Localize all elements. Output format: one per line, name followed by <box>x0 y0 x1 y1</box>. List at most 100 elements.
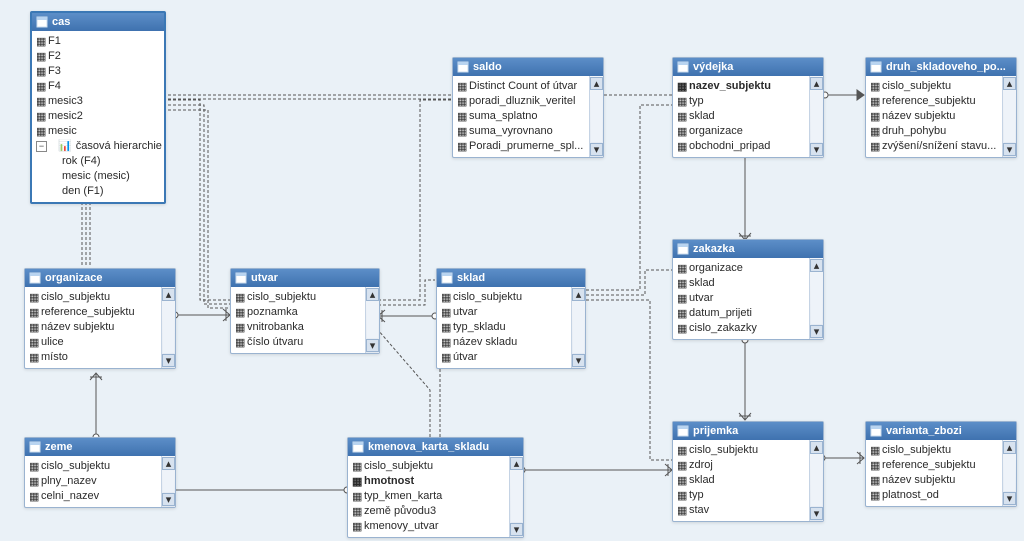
table-header[interactable]: organizace <box>25 269 175 287</box>
scrollbar[interactable]: ▴▾ <box>509 456 523 537</box>
scroll-up-icon[interactable]: ▴ <box>590 77 603 90</box>
field[interactable]: ▦zvýšení/snížení stavu... <box>868 138 1002 153</box>
field[interactable]: ▦útvar <box>439 349 571 364</box>
table-prijemka[interactable]: prijemka ▦cislo_subjektu ▦zdroj ▦sklad ▦… <box>672 421 824 522</box>
scrollbar[interactable]: ▴▾ <box>809 76 823 157</box>
hierarchy-level[interactable]: mesic (mesic) <box>34 168 164 183</box>
table-header[interactable]: prijemka <box>673 422 823 440</box>
field[interactable]: ▦obchodni_pripad <box>675 138 809 153</box>
field[interactable]: ▦sklad <box>675 472 809 487</box>
field[interactable]: ▦mesic3 <box>34 93 164 108</box>
table-druh-sklad[interactable]: druh_skladoveho_po... ▦cislo_subjektu ▦r… <box>865 57 1017 158</box>
field[interactable]: ▦název subjektu <box>868 472 1002 487</box>
field[interactable]: ▦datum_prijeti <box>675 305 809 320</box>
field[interactable]: ▦místo <box>27 349 161 364</box>
table-header[interactable]: zakazka <box>673 240 823 258</box>
table-header[interactable]: saldo <box>453 58 603 76</box>
table-saldo[interactable]: saldo ▦Distinct Count of útvar ▦poradi_d… <box>452 57 604 158</box>
table-header[interactable]: utvar <box>231 269 379 287</box>
field[interactable]: ▦Poradi_prumerne_spl... <box>455 138 589 153</box>
scroll-up-icon[interactable]: ▴ <box>366 288 379 301</box>
scroll-down-icon[interactable]: ▾ <box>510 523 523 536</box>
hierarchy-level[interactable]: rok (F4) <box>34 153 164 168</box>
table-zakazka[interactable]: zakazka ▦organizace ▦sklad ▦utvar ▦datum… <box>672 239 824 340</box>
field[interactable]: ▦suma_splatno <box>455 108 589 123</box>
field[interactable]: ▦poznamka <box>233 304 365 319</box>
field[interactable]: ▦cislo_subjektu <box>27 289 161 304</box>
field[interactable]: ▦cislo_subjektu <box>233 289 365 304</box>
scroll-down-icon[interactable]: ▾ <box>162 354 175 367</box>
table-header[interactable]: druh_skladoveho_po... <box>866 58 1016 76</box>
scroll-down-icon[interactable]: ▾ <box>810 325 823 338</box>
scrollbar[interactable]: ▴▾ <box>365 287 379 353</box>
field[interactable]: ▦F1 <box>34 33 164 48</box>
scroll-down-icon[interactable]: ▾ <box>366 339 379 352</box>
field[interactable]: ▦kmenovy_utvar <box>350 518 509 533</box>
scroll-down-icon[interactable]: ▾ <box>162 493 175 506</box>
field[interactable]: ▦název subjektu <box>868 108 1002 123</box>
table-header[interactable]: cas <box>32 13 164 31</box>
field[interactable]: ▦reference_subjektu <box>868 93 1002 108</box>
table-organizace[interactable]: organizace ▦cislo_subjektu ▦reference_su… <box>24 268 176 369</box>
field[interactable]: ▦reference_subjektu <box>27 304 161 319</box>
field[interactable]: ▦vnitrobanka <box>233 319 365 334</box>
scroll-up-icon[interactable]: ▴ <box>162 288 175 301</box>
table-zeme[interactable]: zeme ▦cislo_subjektu ▦plny_nazev ▦celni_… <box>24 437 176 508</box>
field[interactable]: ▦typ_skladu <box>439 319 571 334</box>
field[interactable]: ▦ulice <box>27 334 161 349</box>
scrollbar[interactable]: ▴▾ <box>161 456 175 507</box>
table-kmenova[interactable]: kmenova_karta_skladu ▦cislo_subjektu ▦hm… <box>347 437 524 538</box>
field[interactable]: ▦stav <box>675 502 809 517</box>
table-varianta[interactable]: varianta_zbozi ▦cislo_subjektu ▦referenc… <box>865 421 1017 507</box>
field[interactable]: ▦reference_subjektu <box>868 457 1002 472</box>
scroll-up-icon[interactable]: ▴ <box>810 259 823 272</box>
field[interactable]: ▦nazev_subjektu <box>675 78 809 93</box>
field[interactable]: ▦F4 <box>34 78 164 93</box>
field[interactable]: ▦utvar <box>675 290 809 305</box>
field[interactable]: ▦typ <box>675 487 809 502</box>
field[interactable]: ▦organizace <box>675 260 809 275</box>
field[interactable]: ▦zdroj <box>675 457 809 472</box>
field[interactable]: ▦cislo_zakazky <box>675 320 809 335</box>
scroll-up-icon[interactable]: ▴ <box>1003 77 1016 90</box>
field[interactable]: ▦sklad <box>675 275 809 290</box>
scroll-down-icon[interactable]: ▾ <box>590 143 603 156</box>
field[interactable]: ▦celni_nazev <box>27 488 161 503</box>
scrollbar[interactable]: ▴▾ <box>161 287 175 368</box>
scroll-down-icon[interactable]: ▾ <box>1003 492 1016 505</box>
table-header[interactable]: výdejka <box>673 58 823 76</box>
field[interactable]: ▦číslo útvaru <box>233 334 365 349</box>
field[interactable]: ▦název skladu <box>439 334 571 349</box>
field[interactable]: ▦typ_kmen_karta <box>350 488 509 503</box>
field[interactable]: ▦název subjektu <box>27 319 161 334</box>
field[interactable]: ▦cislo_subjektu <box>439 289 571 304</box>
scrollbar[interactable]: ▴▾ <box>809 440 823 521</box>
scrollbar[interactable]: ▴▾ <box>571 287 585 368</box>
scroll-up-icon[interactable]: ▴ <box>810 441 823 454</box>
field[interactable]: ▦mesic2 <box>34 108 164 123</box>
field[interactable]: ▦F3 <box>34 63 164 78</box>
table-cas[interactable]: cas ▦F1 ▦F2 ▦F3 ▦F4 ▦mesic3 ▦mesic2 ▦mes… <box>30 11 166 204</box>
scrollbar[interactable]: ▴▾ <box>1002 76 1016 157</box>
field[interactable]: ▦cislo_subjektu <box>868 442 1002 457</box>
scrollbar[interactable]: ▴▾ <box>809 258 823 339</box>
field[interactable]: ▦země původu3 <box>350 503 509 518</box>
field[interactable]: ▦cislo_subjektu <box>868 78 1002 93</box>
scroll-down-icon[interactable]: ▾ <box>810 143 823 156</box>
scroll-up-icon[interactable]: ▴ <box>1003 441 1016 454</box>
scroll-up-icon[interactable]: ▴ <box>162 457 175 470</box>
field[interactable]: ▦platnost_od <box>868 487 1002 502</box>
field[interactable]: ▦sklad <box>675 108 809 123</box>
field[interactable]: ▦suma_vyrovnano <box>455 123 589 138</box>
table-header[interactable]: zeme <box>25 438 175 456</box>
field[interactable]: ▦poradi_dluznik_veritel <box>455 93 589 108</box>
table-sklad[interactable]: sklad ▦cislo_subjektu ▦utvar ▦typ_skladu… <box>436 268 586 369</box>
field[interactable]: ▦druh_pohybu <box>868 123 1002 138</box>
field[interactable]: ▦organizace <box>675 123 809 138</box>
table-vydejka[interactable]: výdejka ▦nazev_subjektu ▦typ ▦sklad ▦org… <box>672 57 824 158</box>
field[interactable]: ▦F2 <box>34 48 164 63</box>
table-header[interactable]: varianta_zbozi <box>866 422 1016 440</box>
scrollbar[interactable]: ▴▾ <box>1002 440 1016 506</box>
scroll-down-icon[interactable]: ▾ <box>1003 143 1016 156</box>
field[interactable]: ▦hmotnost <box>350 473 509 488</box>
